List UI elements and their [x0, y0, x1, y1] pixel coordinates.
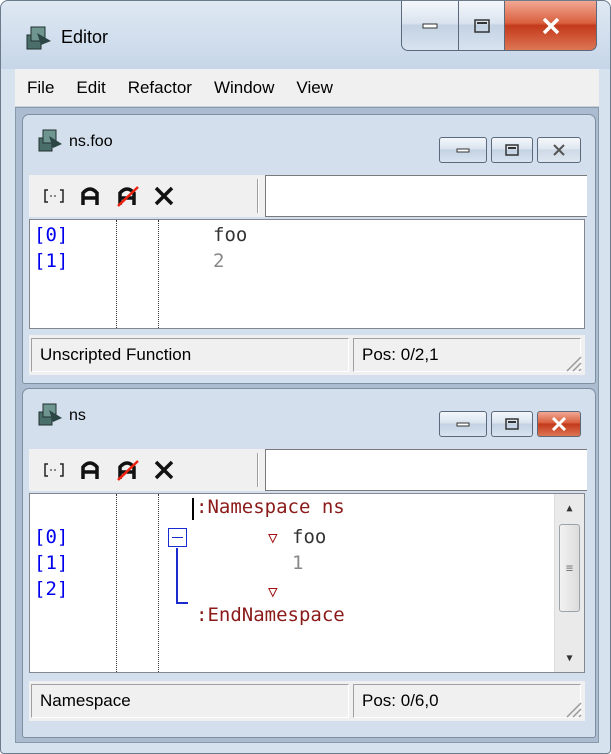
close-x-button[interactable] — [149, 455, 179, 485]
close-button[interactable] — [505, 1, 597, 51]
window-caption-buttons — [401, 1, 597, 51]
toolbar-separator — [257, 179, 259, 213]
minimize-button[interactable] — [439, 411, 487, 437]
minimize-button[interactable] — [439, 137, 487, 163]
clear-stop-icon — [117, 460, 139, 481]
menu-window[interactable]: Window — [204, 78, 284, 98]
bracket-button[interactable] — [39, 455, 69, 485]
maximize-icon — [473, 18, 490, 33]
maximize-button[interactable] — [459, 1, 505, 51]
code-line-namespace: :Namespace ns — [196, 496, 345, 518]
line-number: [0] — [34, 526, 69, 548]
clear-stop-button[interactable] — [113, 455, 143, 485]
code-line: foo — [213, 224, 248, 246]
toolbar-separator — [257, 453, 259, 487]
minimize-button[interactable] — [401, 1, 459, 51]
code-line-endnamespace: :EndNamespace — [196, 604, 345, 626]
code-line: 1 — [292, 552, 304, 574]
maximize-icon — [505, 418, 519, 430]
status-position: Pos: 0/6,0 — [353, 684, 581, 718]
code-line: foo — [292, 526, 327, 548]
status-position: Pos: 0/2,1 — [353, 338, 581, 372]
gutter-divider — [116, 494, 117, 672]
gutter-divider — [116, 220, 117, 328]
fold-guide — [176, 548, 178, 604]
maximize-button[interactable] — [491, 137, 533, 163]
text-caret — [192, 498, 194, 520]
collapse-toggle[interactable] — [168, 528, 187, 547]
stop-button[interactable] — [75, 181, 105, 211]
stop-icon — [81, 187, 99, 205]
code-line: 2 — [213, 250, 225, 272]
window-title: Editor — [61, 27, 109, 47]
minimize-icon — [456, 422, 470, 426]
status-bar: Namespace Pos: 0/6,0 — [29, 681, 585, 721]
close-icon — [551, 417, 567, 431]
menu-refactor[interactable]: Refactor — [118, 78, 202, 98]
fold-guide — [176, 602, 188, 604]
line-number: [1] — [34, 250, 69, 272]
menu-file[interactable]: File — [17, 78, 64, 98]
menu-bar: File Edit Refactor Window View — [15, 69, 599, 107]
line-number: [1] — [34, 552, 69, 574]
scroll-down-arrow-icon[interactable]: ▼ — [555, 644, 584, 672]
resize-grip-icon[interactable] — [559, 695, 583, 719]
editor-window: Editor File Edit Refactor Window View ns… — [0, 0, 611, 754]
fold-triangle-icon: ▽ — [268, 528, 278, 547]
bracket-icon — [44, 463, 64, 477]
close-button[interactable] — [537, 137, 581, 163]
scroll-thumb[interactable]: ≡ — [559, 524, 580, 612]
menu-view[interactable]: View — [286, 78, 343, 98]
toolbar — [29, 175, 587, 217]
child-title: ns — [69, 407, 86, 424]
child-window-ns-foo: ns.foo [0] [1] foo 2 Unscripted Function… — [22, 114, 596, 384]
code-editor[interactable]: [0] [1] foo 2 — [29, 219, 585, 329]
child-window-ns: ns:Namespace ns [0] [1] [2] ▽ foo 1 ▽:… — [22, 388, 596, 738]
editor-app-icon — [35, 127, 65, 155]
stop-icon — [81, 461, 99, 479]
search-input[interactable] — [265, 175, 587, 217]
maximize-icon — [505, 144, 519, 156]
fold-triangle-icon: ▽ — [268, 582, 278, 601]
close-x-icon — [154, 460, 174, 480]
gutter-divider — [158, 494, 159, 672]
vertical-scrollbar[interactable]: ▲ ≡ ▼ — [554, 494, 584, 672]
stop-button[interactable] — [75, 455, 105, 485]
maximize-button[interactable] — [491, 411, 533, 437]
child-caption-buttons — [435, 137, 581, 163]
child-caption-buttons — [435, 411, 581, 437]
child-title-bar[interactable]: ns.foo — [23, 115, 595, 165]
toolbar — [29, 449, 587, 491]
status-type: Unscripted Function — [31, 338, 349, 372]
gutter-divider — [158, 220, 159, 328]
status-type: Namespace — [31, 684, 349, 718]
scroll-up-arrow-icon[interactable]: ▲ — [555, 494, 584, 522]
bracket-button[interactable] — [39, 181, 69, 211]
close-icon — [553, 144, 565, 156]
search-input[interactable] — [265, 449, 587, 491]
editor-app-icon — [23, 23, 53, 53]
code-editor[interactable]: :Namespace ns [0] [1] [2] ▽ foo 1 ▽ :End… — [29, 493, 585, 673]
close-x-icon — [154, 186, 174, 206]
clear-stop-icon — [117, 186, 139, 207]
editor-app-icon — [35, 401, 65, 429]
line-number: [0] — [34, 224, 69, 246]
close-button[interactable] — [537, 411, 581, 437]
title-bar[interactable]: Editor — [1, 1, 610, 69]
child-title: ns.foo — [69, 133, 113, 150]
minimize-icon — [456, 148, 470, 152]
minimize-icon — [422, 23, 438, 28]
clear-stop-button[interactable] — [113, 181, 143, 211]
menu-edit[interactable]: Edit — [66, 78, 115, 98]
line-number: [2] — [34, 578, 69, 600]
close-icon — [542, 17, 559, 34]
mdi-client-area: ns.foo [0] [1] foo 2 Unscripted Function… — [15, 107, 599, 743]
close-x-button[interactable] — [149, 181, 179, 211]
child-title-bar[interactable]: ns — [23, 389, 595, 439]
resize-grip-icon[interactable] — [559, 349, 583, 373]
bracket-icon — [44, 189, 64, 203]
status-bar: Unscripted Function Pos: 0/2,1 — [29, 335, 585, 375]
